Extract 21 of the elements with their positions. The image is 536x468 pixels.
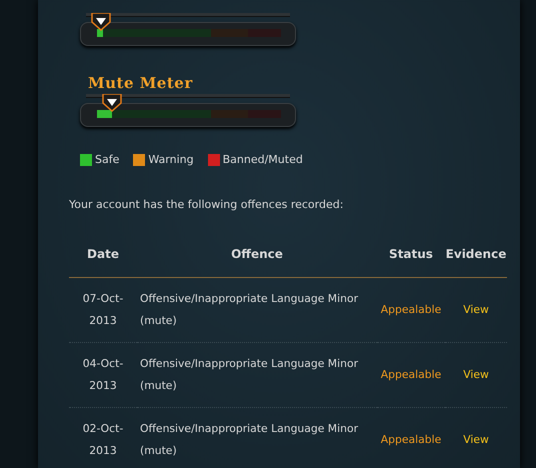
column-header: Status xyxy=(389,247,433,261)
column-header: Date xyxy=(87,247,119,261)
status-text: Appealable xyxy=(380,433,442,446)
date-cell-text: 04-Oct-2013 xyxy=(82,356,124,394)
date-cell-text: 02-Oct-2013 xyxy=(82,421,124,459)
view-link[interactable]: View xyxy=(463,368,489,381)
legend-label: Safe xyxy=(95,153,120,166)
column-header: Offence xyxy=(231,247,283,261)
column-header: Evidence xyxy=(446,247,506,261)
view-link[interactable]: View xyxy=(463,303,489,316)
meter-title: Mute Meter xyxy=(88,74,194,94)
date-cell-text: 07-Oct-2013 xyxy=(82,291,124,329)
offence-cell: Offensive/Inappropriate Language Minor (mute) xyxy=(140,357,358,392)
status-text: Appealable xyxy=(380,368,442,381)
legend-label: Banned/Muted xyxy=(222,153,303,166)
status-text: Appealable xyxy=(380,303,442,316)
legend-label: Warning xyxy=(148,153,194,166)
offence-cell: Offensive/Inappropriate Language Minor (mute) xyxy=(140,292,358,327)
intro-text: Your account has the following offences recorded: xyxy=(69,198,344,211)
offence-cell: Offensive/Inappropriate Language Minor (mute) xyxy=(140,422,358,457)
view-link[interactable]: View xyxy=(463,433,489,446)
